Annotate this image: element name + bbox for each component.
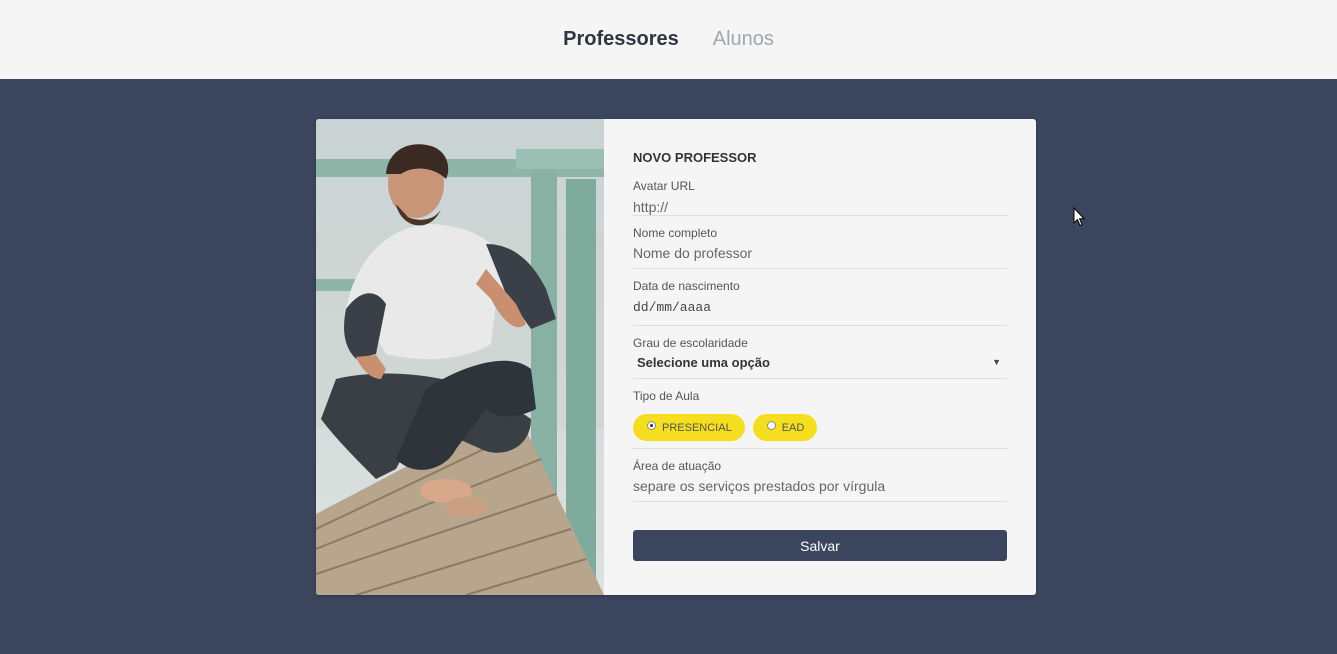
radio-ead-label: EAD	[781, 421, 805, 434]
top-navigation: Professores Alunos	[0, 0, 1337, 79]
form-title: NOVO PROFESSOR	[633, 150, 757, 165]
radio-unchecked-icon[interactable]	[766, 421, 776, 430]
teacher-form-card: NOVO PROFESSOR Avatar URL http:// Nome c…	[316, 119, 1036, 595]
radio-presencial-label: PRESENCIAL	[662, 421, 732, 434]
mouse-pointer-icon	[1073, 206, 1086, 232]
radio-checked-icon[interactable]	[647, 421, 656, 430]
nav-alunos-link[interactable]: Alunos	[713, 28, 774, 51]
tipo-aula-label: Tipo de Aula	[633, 389, 700, 403]
caret-down-icon[interactable]: ▼	[992, 357, 1001, 367]
avatar-url-input[interactable]: http://	[633, 199, 1007, 215]
radio-presencial[interactable]: PRESENCIAL	[633, 414, 745, 441]
data-nascimento-field[interactable]: Data de nascimento dd/mm/aaaa	[633, 269, 1007, 326]
data-nascimento-input[interactable]: dd/mm/aaaa	[633, 300, 1007, 315]
area-atuacao-field[interactable]: Área de atuação separe os serviços prest…	[633, 449, 1007, 502]
tipo-aula-radio-group: PRESENCIAL EAD	[633, 414, 1007, 441]
data-nascimento-label: Data de nascimento	[633, 279, 740, 293]
teacher-photo	[316, 119, 604, 595]
tipo-aula-field: Tipo de Aula PRESENCIAL EAD	[633, 379, 1007, 449]
grau-escolaridade-field[interactable]: Grau de escolaridade Selecione uma opção…	[633, 326, 1007, 379]
area-atuacao-label: Área de atuação	[633, 459, 722, 473]
teacher-form: NOVO PROFESSOR Avatar URL http:// Nome c…	[604, 119, 1036, 595]
grau-escolaridade-label: Grau de escolaridade	[633, 336, 748, 350]
nome-completo-input[interactable]: Nome do professor	[633, 245, 1007, 261]
area-atuacao-input[interactable]: separe os serviços prestados por vírgula	[633, 478, 1007, 494]
radio-ead[interactable]: EAD	[752, 414, 818, 441]
nome-completo-field[interactable]: Nome completo Nome do professor	[633, 216, 1007, 269]
avatar-url-field[interactable]: Avatar URL http://	[633, 179, 1007, 216]
nav-professores-link[interactable]: Professores	[563, 28, 679, 51]
save-button[interactable]: Salvar	[633, 530, 1007, 561]
avatar-url-label: Avatar URL	[633, 179, 695, 193]
nome-completo-label: Nome completo	[633, 226, 718, 240]
grau-escolaridade-select[interactable]: Selecione uma opção	[633, 355, 1007, 370]
